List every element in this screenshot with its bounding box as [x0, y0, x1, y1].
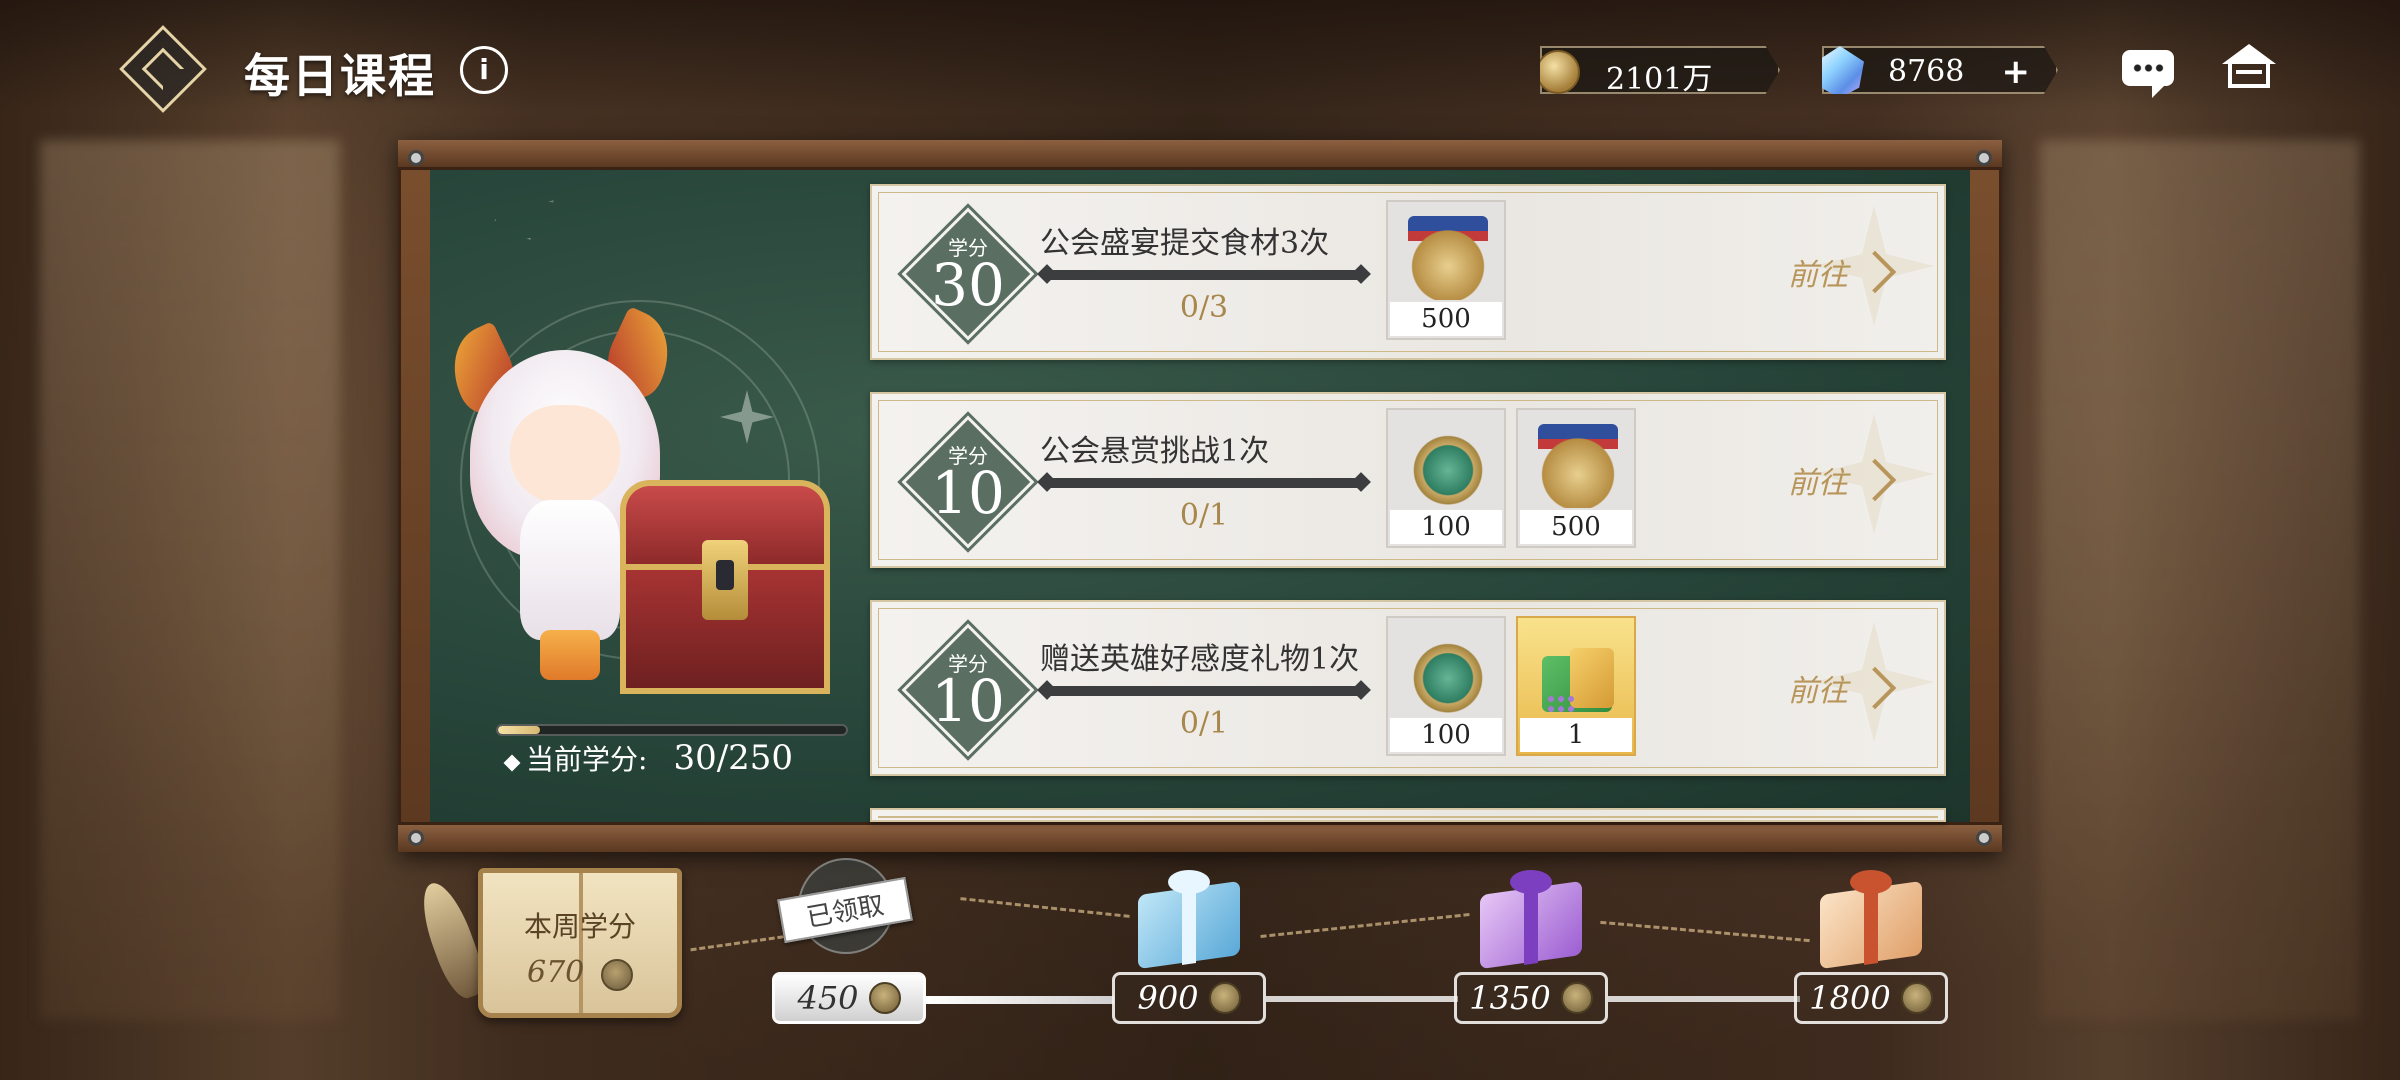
task-card: 学分 30 公会盛宴提交食材3次 0/3 500 前往 — [870, 184, 1946, 360]
credit-badge-value: 10 — [931, 459, 1005, 527]
goto-label: 前往 — [1788, 258, 1848, 293]
nail-icon — [1976, 150, 1992, 166]
reward-amount: 500 — [1390, 302, 1502, 336]
purple-gift-icon[interactable] — [1480, 870, 1582, 970]
milestone-1800[interactable]: 1800 — [1794, 972, 1948, 1024]
milestone-450[interactable]: 450 — [772, 972, 926, 1024]
chat-icon[interactable] — [2122, 50, 2174, 98]
credit-coin-icon — [601, 959, 633, 991]
background-bookshelf-right — [2040, 140, 2360, 1020]
milestone-value: 900 — [1137, 979, 1199, 1017]
gem-currency[interactable]: 8768 + — [1822, 46, 2058, 94]
reward-amount: 100 — [1390, 510, 1502, 544]
milestone-value: 1350 — [1469, 979, 1551, 1017]
milestone-value: 450 — [797, 979, 859, 1017]
credit-badge: 学分 10 — [901, 623, 1035, 757]
nail-icon — [1976, 830, 1992, 846]
credit-coin-icon — [1208, 982, 1241, 1014]
info-icon[interactable]: i — [460, 46, 508, 94]
task-name: 公会悬赏挑战1次 — [1040, 434, 1270, 469]
goto-button[interactable]: 前往 — [1788, 458, 1897, 502]
reward-item[interactable]: 500 — [1516, 408, 1636, 548]
guild-medal-gold-icon — [1538, 424, 1618, 508]
current-credit-label: 当前学分: — [526, 743, 648, 776]
milestone-track — [926, 996, 1114, 1004]
goto-label: 前往 — [1788, 466, 1848, 501]
milestone-track — [1266, 996, 1458, 1002]
milestone-value: 1800 — [1809, 979, 1891, 1017]
credit-coin-icon — [1560, 982, 1593, 1014]
milestone-900[interactable]: 900 — [1112, 972, 1266, 1024]
goto-button[interactable]: 前往 — [1788, 666, 1897, 710]
task-name: 公会盛宴提交食材3次 — [1040, 226, 1330, 261]
reward-amount: 1 — [1520, 718, 1632, 752]
credit-progress-fill — [498, 726, 540, 734]
task-progress-bar — [1044, 478, 1364, 488]
credit-coin-icon — [868, 982, 901, 1014]
reward-item[interactable]: 100 — [1386, 408, 1506, 548]
blue-gift-icon[interactable] — [1138, 870, 1240, 970]
task-card: 学分 10 赠送英雄好感度礼物1次 0/1 100 1 前往 — [870, 600, 1946, 776]
milestone-track — [1608, 996, 1800, 1002]
gold-currency[interactable]: 2101万 — [1540, 46, 1780, 94]
claimed-label: 已领取 — [777, 877, 913, 943]
milestone-1350[interactable]: 1350 — [1454, 972, 1608, 1024]
task-progress-text: 0/1 — [1179, 706, 1229, 741]
reward-item[interactable]: 100 — [1386, 616, 1506, 756]
gem-amount: 8768 — [1888, 54, 1965, 89]
guild-medal-gold-icon — [1408, 216, 1488, 300]
task-card: 学分 10 公会悬赏挑战1次 0/1 100 500 前往 — [870, 392, 1946, 568]
current-credit: 当前学分: 30/250 — [503, 738, 794, 778]
credit-badge-value: 30 — [931, 251, 1005, 319]
weekly-credit-label: 本周学分 — [523, 910, 636, 943]
credit-badge: 学分 10 — [901, 415, 1035, 549]
gift-basket-icon — [1532, 628, 1622, 720]
task-progress-bar — [1044, 686, 1364, 696]
page-title: 每日课程 — [244, 49, 436, 103]
board-rail-bottom — [398, 822, 2002, 852]
weekly-credit-book: 本周学分 670 — [478, 868, 682, 1018]
goto-button[interactable]: 前往 — [1788, 250, 1897, 294]
credit-badge: 学分 30 — [901, 207, 1035, 341]
chevron-right-icon — [1853, 458, 1897, 502]
add-gem-button[interactable]: + — [2002, 52, 2031, 92]
task-progress-text: 0/1 — [1179, 498, 1229, 533]
background-bookshelf-left — [40, 140, 340, 1020]
board-rail-top — [398, 140, 2002, 170]
credit-badge-value: 10 — [931, 667, 1005, 735]
reward-item[interactable]: 500 — [1386, 200, 1506, 340]
gold-coin-icon — [1540, 50, 1580, 94]
current-credit-value: 30/250 — [673, 738, 794, 778]
gem-icon — [1822, 46, 1864, 94]
back-logo-button[interactable] — [118, 24, 208, 114]
reward-amount: 100 — [1390, 718, 1502, 752]
nail-icon — [408, 150, 424, 166]
weekly-credit-value: 670 — [527, 955, 585, 990]
orange-gift-icon[interactable] — [1820, 870, 1922, 970]
chevron-right-icon — [1853, 666, 1897, 710]
nail-icon — [408, 830, 424, 846]
credit-progress-bar — [496, 724, 848, 736]
task-progress-bar — [1044, 270, 1364, 280]
home-icon[interactable] — [2222, 44, 2276, 90]
emblem-green-icon — [1408, 424, 1488, 508]
treasure-chest-icon[interactable] — [620, 480, 830, 700]
emblem-green-icon — [1408, 632, 1488, 716]
reward-amount: 500 — [1520, 510, 1632, 544]
credit-coin-icon — [1900, 982, 1933, 1014]
goto-label: 前往 — [1788, 674, 1848, 709]
dashed-path — [960, 897, 1130, 918]
task-card-partial — [870, 808, 1946, 822]
dashed-path — [1260, 913, 1470, 938]
chevron-right-icon — [1853, 250, 1897, 294]
diamond-bullet-icon — [503, 754, 521, 772]
task-progress-text: 0/3 — [1179, 290, 1229, 325]
task-name: 赠送英雄好感度礼物1次 — [1040, 642, 1360, 677]
dashed-path — [1600, 920, 1810, 943]
gold-amount: 2101万 — [1606, 62, 1713, 97]
reward-item[interactable]: 1 — [1516, 616, 1636, 756]
